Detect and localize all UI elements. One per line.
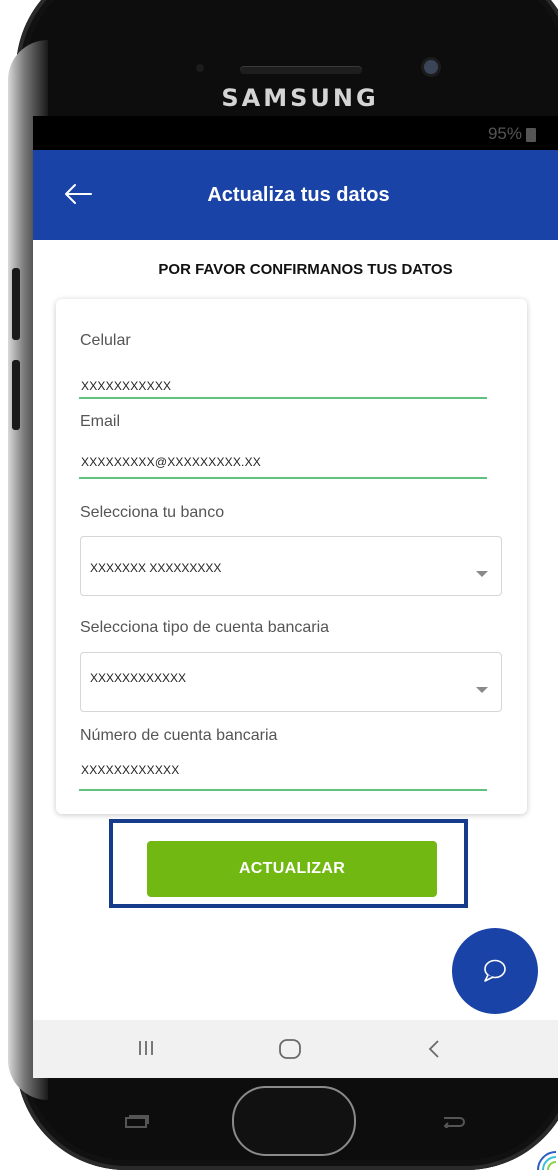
chat-button[interactable] <box>452 928 538 1014</box>
recents-hardware-key-icon <box>125 1115 149 1128</box>
email-underline <box>79 477 487 479</box>
front-camera <box>424 60 438 74</box>
banco-select-value: XXXXXXX XXXXXXXXX <box>90 561 222 575</box>
celular-underline <box>79 397 487 399</box>
battery-icon <box>526 128 536 142</box>
bixby-button <box>12 360 20 430</box>
system-nav-bar <box>33 1020 558 1078</box>
corner-logo-icon <box>537 1151 557 1171</box>
app-bar: Actualiza tus datos <box>33 150 558 240</box>
email-input[interactable]: XXXXXXXXX@XXXXXXXXX.XX <box>81 455 261 469</box>
actualizar-button[interactable]: ACTUALIZAR <box>147 841 437 897</box>
status-bar: 95% <box>33 116 558 150</box>
dropdown-arrow-icon <box>476 571 488 577</box>
chat-bubble-icon <box>484 959 506 982</box>
home-icon[interactable] <box>277 1038 303 1060</box>
recent-apps-icon[interactable] <box>136 1038 156 1058</box>
numero-cuenta-input[interactable]: XXXXXXXXXXXX <box>81 763 179 777</box>
tipo-cuenta-label: Selecciona tipo de cuenta bancaria <box>80 619 330 636</box>
dropdown-arrow-icon <box>476 687 488 693</box>
hardware-home-button[interactable] <box>232 1086 356 1156</box>
phone-screen: 95% Actualiza tus datos POR FAVOR CONFIR… <box>33 116 558 1078</box>
device-brand: SAMSUNG <box>221 84 379 112</box>
banco-label: Selecciona tu banco <box>80 504 225 521</box>
form-card: Celular XXXXXXXXXXX Email XXXXXXXXX@XXXX… <box>56 299 527 814</box>
volume-button <box>12 268 20 340</box>
tipo-cuenta-select-value: XXXXXXXXXXXX <box>90 671 187 685</box>
email-label: Email <box>80 413 121 430</box>
page-title: Actualiza tus datos <box>207 184 390 206</box>
proximity-sensor <box>196 64 204 72</box>
numero-cuenta-underline <box>79 789 487 791</box>
banco-select[interactable]: XXXXXXX XXXXXXXXX <box>80 536 502 596</box>
tipo-cuenta-select[interactable]: XXXXXXXXXXXX <box>80 652 502 712</box>
numero-cuenta-label: Número de cuenta bancaria <box>80 727 278 744</box>
back-chevron-icon[interactable] <box>426 1038 442 1060</box>
battery-level: 95% <box>487 124 522 143</box>
form-subtitle: POR FAVOR CONFIRMANOS TUS DATOS <box>158 261 453 278</box>
celular-input[interactable]: XXXXXXXXXXX <box>81 379 171 393</box>
earpiece-speaker <box>240 66 362 74</box>
back-hardware-key-icon <box>443 1117 465 1128</box>
celular-label: Celular <box>80 332 131 349</box>
